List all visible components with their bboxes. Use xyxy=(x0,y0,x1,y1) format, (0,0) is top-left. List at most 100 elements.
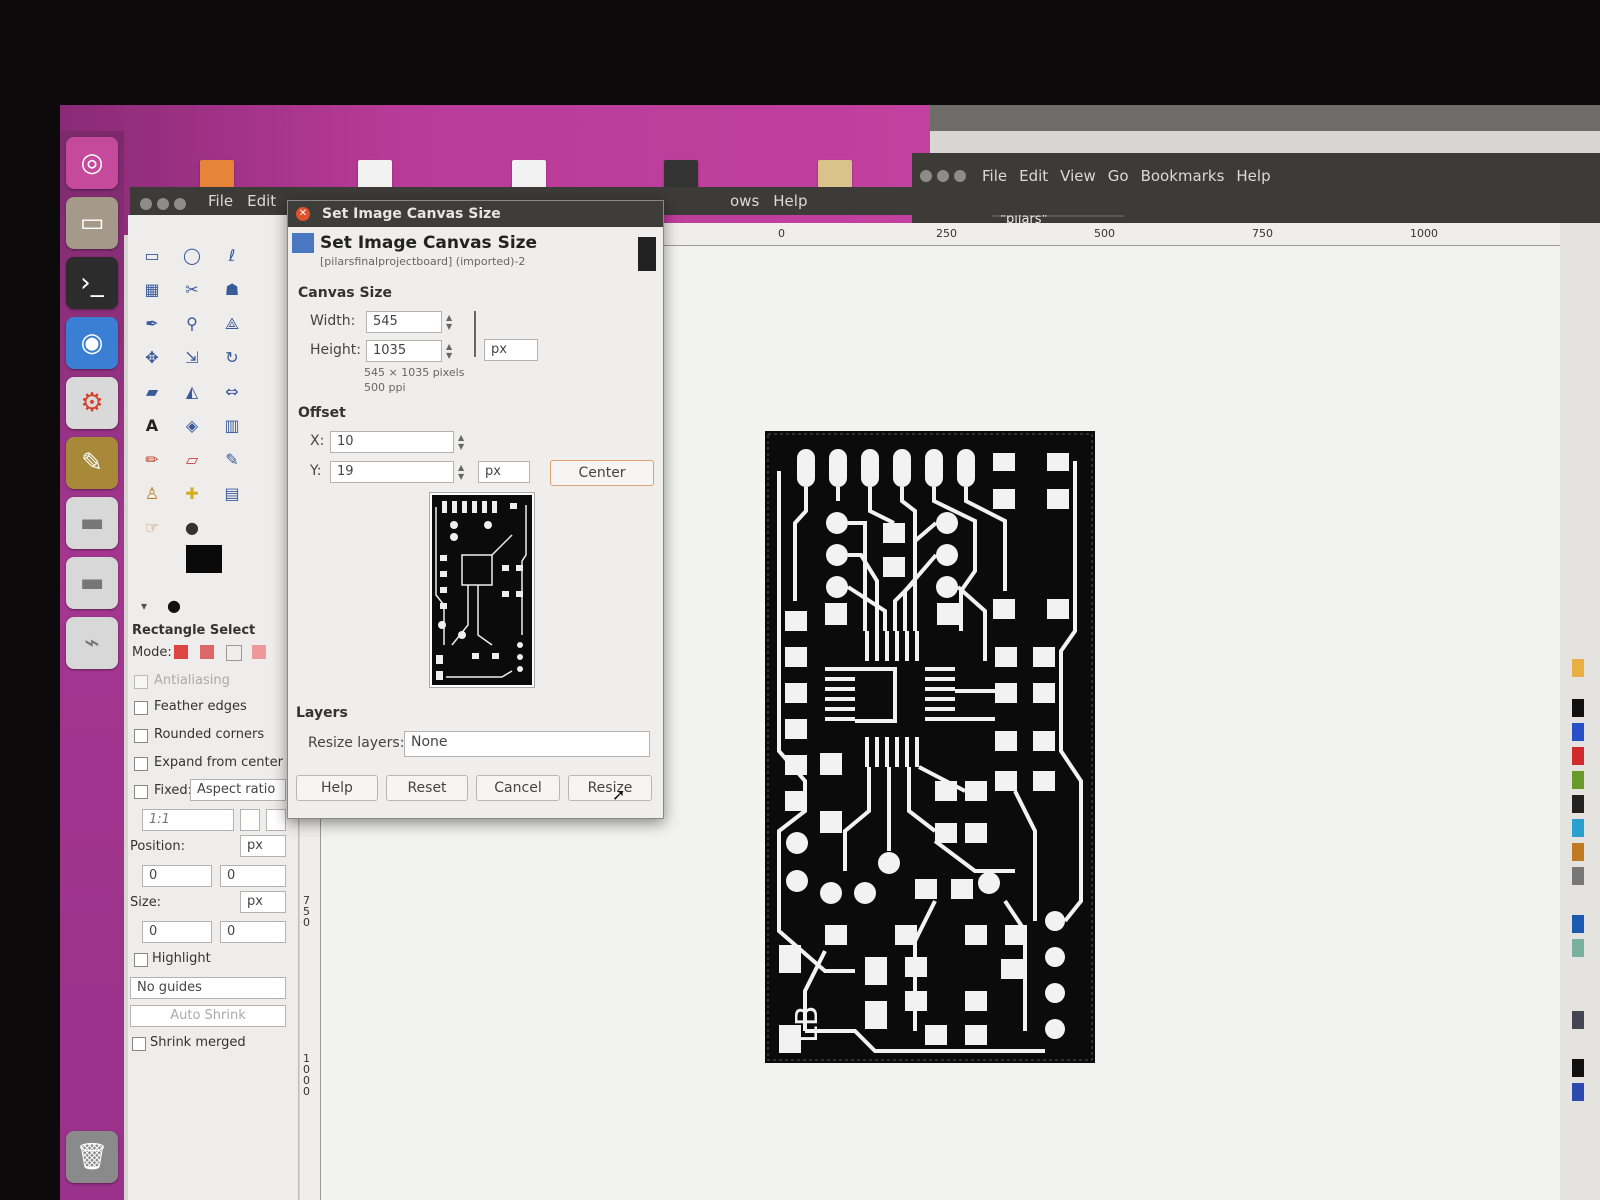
text-tool-icon[interactable]: A xyxy=(140,415,164,437)
height-spinner-icon[interactable]: ▲ ▼ xyxy=(446,342,456,360)
move-icon[interactable]: ✥ xyxy=(140,347,164,369)
close-icon[interactable] xyxy=(920,170,932,182)
cancel-button[interactable]: Cancel xyxy=(476,775,560,801)
shear-icon[interactable]: ▰ xyxy=(140,381,164,403)
mode-add-icon[interactable] xyxy=(200,645,214,659)
clone-icon[interactable]: ♙ xyxy=(140,483,164,505)
feather-edges-checkbox[interactable] xyxy=(134,701,148,715)
center-button[interactable]: Center xyxy=(550,460,654,486)
chain-link-icon[interactable] xyxy=(464,311,476,357)
drive-icon[interactable]: ▬ xyxy=(66,557,118,609)
rect-select-icon[interactable]: ▭ xyxy=(140,245,164,267)
blur-icon[interactable]: ▤ xyxy=(220,483,244,505)
swatch[interactable] xyxy=(1572,795,1584,813)
offset-y-spinner-icon[interactable]: ▲ ▼ xyxy=(458,463,468,481)
position-y-input[interactable]: 0 xyxy=(220,865,286,887)
size-unit-select[interactable]: px xyxy=(240,891,286,913)
minimize-icon[interactable] xyxy=(937,170,949,182)
width-input[interactable]: 545 xyxy=(366,311,442,333)
menu-file[interactable]: File xyxy=(208,192,233,210)
expand-from-center-checkbox[interactable] xyxy=(134,757,148,771)
gradient-icon[interactable]: ▥ xyxy=(220,415,244,437)
minimize-icon[interactable] xyxy=(157,198,169,210)
ellipse-select-icon[interactable]: ◯ xyxy=(180,245,204,267)
gimp-icon[interactable]: ✎ xyxy=(66,437,118,489)
menu-bookmarks[interactable]: Bookmarks xyxy=(1141,167,1225,185)
height-input[interactable]: 1035 xyxy=(366,340,442,362)
rounded-corners-checkbox[interactable] xyxy=(134,729,148,743)
offset-x-spinner-icon[interactable]: ▲ ▼ xyxy=(458,433,468,451)
fixed-dropdown[interactable]: Aspect ratio xyxy=(190,779,286,801)
mode-intersect-icon[interactable] xyxy=(252,645,266,659)
menu-view[interactable]: View xyxy=(1060,167,1096,185)
trash-icon[interactable]: 🗑 xyxy=(66,1131,118,1183)
measure-icon[interactable]: ⟁ xyxy=(220,313,244,335)
portrait-icon[interactable] xyxy=(240,809,260,831)
zoom-icon[interactable]: ⚲ xyxy=(180,313,204,335)
mode-subtract-icon[interactable] xyxy=(226,645,242,661)
swatch[interactable] xyxy=(1572,867,1584,885)
perspective-icon[interactable]: ◭ xyxy=(180,381,204,403)
swatch[interactable] xyxy=(1572,659,1584,677)
width-spinner-icon[interactable]: ▲ ▼ xyxy=(446,313,456,331)
menu-windows[interactable]: ows xyxy=(730,192,759,210)
eraser-icon[interactable]: ▱ xyxy=(180,449,204,471)
maximize-icon[interactable] xyxy=(954,170,966,182)
swatch[interactable] xyxy=(1572,843,1584,861)
swatch[interactable] xyxy=(1572,915,1584,933)
swatch[interactable] xyxy=(1572,723,1584,741)
foreground-color-swatch[interactable] xyxy=(186,545,222,573)
flip-icon[interactable]: ⇔ xyxy=(220,381,244,403)
dodge-burn-icon[interactable]: ● xyxy=(180,517,204,539)
brush-icon[interactable]: ● xyxy=(162,595,186,617)
highlight-checkbox[interactable] xyxy=(134,953,148,967)
offset-preview[interactable] xyxy=(430,493,534,687)
help-button[interactable]: Help xyxy=(296,775,378,801)
color-picker-icon[interactable]: ✒ xyxy=(140,313,164,335)
align-icon[interactable]: ⇲ xyxy=(180,347,204,369)
bucket-fill-icon[interactable]: ◈ xyxy=(180,415,204,437)
chromium-icon[interactable]: ◉ xyxy=(66,317,118,369)
swatch[interactable] xyxy=(1572,1011,1584,1029)
scissors-icon[interactable]: ✂ xyxy=(180,279,204,301)
foreground-select-icon[interactable]: ☗ xyxy=(220,279,244,301)
antialiasing-checkbox[interactable] xyxy=(134,675,148,689)
resize-button[interactable]: Resize xyxy=(568,775,652,801)
auto-shrink-button[interactable]: Auto Shrink xyxy=(130,1005,286,1027)
ubuntu-logo-icon[interactable]: ◎ xyxy=(66,137,118,189)
swatch[interactable] xyxy=(1572,819,1584,837)
guides-dropdown[interactable]: No guides xyxy=(130,977,286,999)
unit-select[interactable]: px xyxy=(484,339,538,361)
offset-x-input[interactable]: 10 xyxy=(330,431,454,453)
offset-y-input[interactable]: 19 xyxy=(330,461,454,483)
maximize-icon[interactable] xyxy=(174,198,186,210)
swatch[interactable] xyxy=(1572,747,1584,765)
mode-replace-icon[interactable] xyxy=(174,645,188,659)
smudge-icon[interactable]: ☞ xyxy=(140,517,164,539)
settings-icon[interactable]: ⚙ xyxy=(66,377,118,429)
swatch[interactable] xyxy=(1572,1059,1584,1077)
offset-unit-select[interactable]: px xyxy=(478,461,530,483)
shrink-merged-checkbox[interactable] xyxy=(132,1037,146,1051)
swatch[interactable] xyxy=(1572,1083,1584,1101)
size-width-input[interactable]: 0 xyxy=(142,921,212,943)
menu-file[interactable]: File xyxy=(982,167,1007,185)
rotate-icon[interactable]: ↻ xyxy=(220,347,244,369)
size-height-input[interactable]: 0 xyxy=(220,921,286,943)
menu-edit[interactable]: Edit xyxy=(1019,167,1048,185)
lasso-icon[interactable]: ℓ xyxy=(220,245,244,267)
position-unit-select[interactable]: px xyxy=(240,835,286,857)
reset-button[interactable]: Reset xyxy=(386,775,468,801)
close-icon[interactable]: ✕ xyxy=(296,207,310,221)
menu-help[interactable]: Help xyxy=(1236,167,1270,185)
close-icon[interactable] xyxy=(140,198,152,210)
drive-icon[interactable]: ▬ xyxy=(66,497,118,549)
swatch[interactable] xyxy=(1572,699,1584,717)
menu-help[interactable]: Help xyxy=(773,192,807,210)
landscape-icon[interactable] xyxy=(266,809,286,831)
position-x-input[interactable]: 0 xyxy=(142,865,212,887)
files-icon[interactable]: ▭ xyxy=(66,197,118,249)
terminal-icon[interactable]: ›_ xyxy=(66,257,118,309)
menu-edit[interactable]: Edit xyxy=(247,192,276,210)
color-select-icon[interactable]: ▦ xyxy=(140,279,164,301)
